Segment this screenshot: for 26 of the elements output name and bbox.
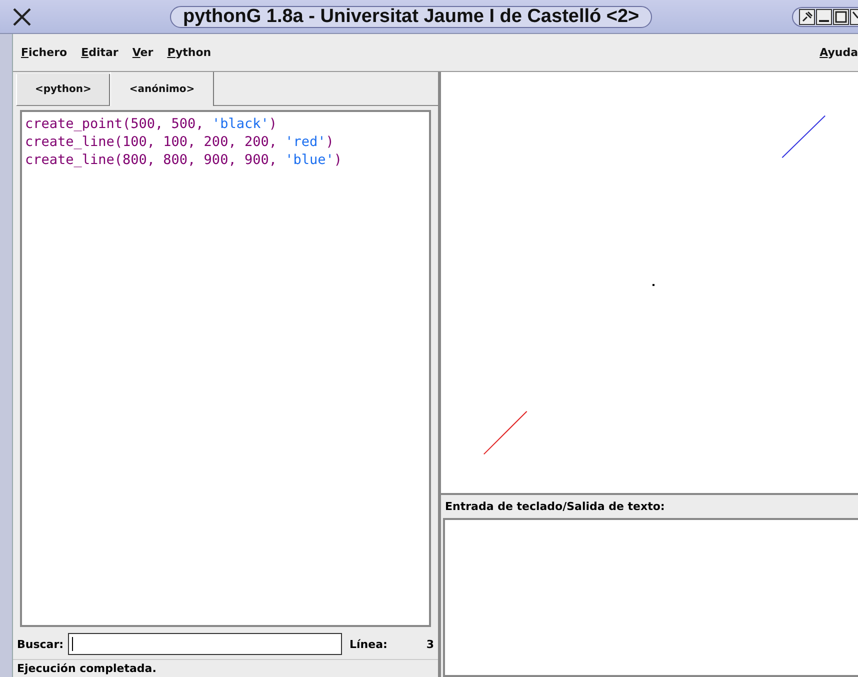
pin-icon[interactable] [799, 8, 815, 24]
point-mark [652, 284, 654, 286]
menu-item[interactable]: Python [167, 46, 212, 59]
line-number: 3 [426, 638, 434, 650]
code-line: create_line(100, 100, 200, 200, 'red') [25, 133, 334, 151]
x-logo-icon[interactable] [12, 8, 32, 26]
line-segment [483, 410, 528, 455]
search-field[interactable] [68, 633, 342, 655]
output-text-area[interactable] [443, 518, 858, 677]
code-editor[interactable]: create_point(500, 500, 'black') create_line(100, 100, 200, 200, 'red') create_line(800, 800, 900, 900, 'blue') [20, 110, 431, 627]
menu-item[interactable]: Fichero [21, 46, 68, 59]
help-menu[interactable]: Ayuda [820, 46, 858, 59]
tab[interactable]: <python> [16, 74, 110, 106]
search-label: Buscar: [17, 638, 64, 650]
tab[interactable]: <anónimo> [110, 72, 214, 106]
code-line: create_point(500, 500, 'black') [25, 115, 277, 133]
line-segment [782, 115, 826, 158]
output-label: Entrada de teclado/Salida de texto: [444, 499, 666, 515]
minimize-icon[interactable] [816, 8, 832, 24]
close-icon[interactable] [850, 8, 858, 24]
menu-item[interactable]: Ver [132, 46, 154, 59]
code-line: create_line(800, 800, 900, 900, 'blue') [25, 151, 342, 169]
line-label: Línea: [350, 638, 388, 650]
menu-item[interactable]: Editar [81, 46, 118, 59]
status-text: Ejecución completada. [13, 659, 438, 677]
window-title: pythonG 1.8a - Universitat Jaume I de Castelló <2> [170, 6, 652, 28]
